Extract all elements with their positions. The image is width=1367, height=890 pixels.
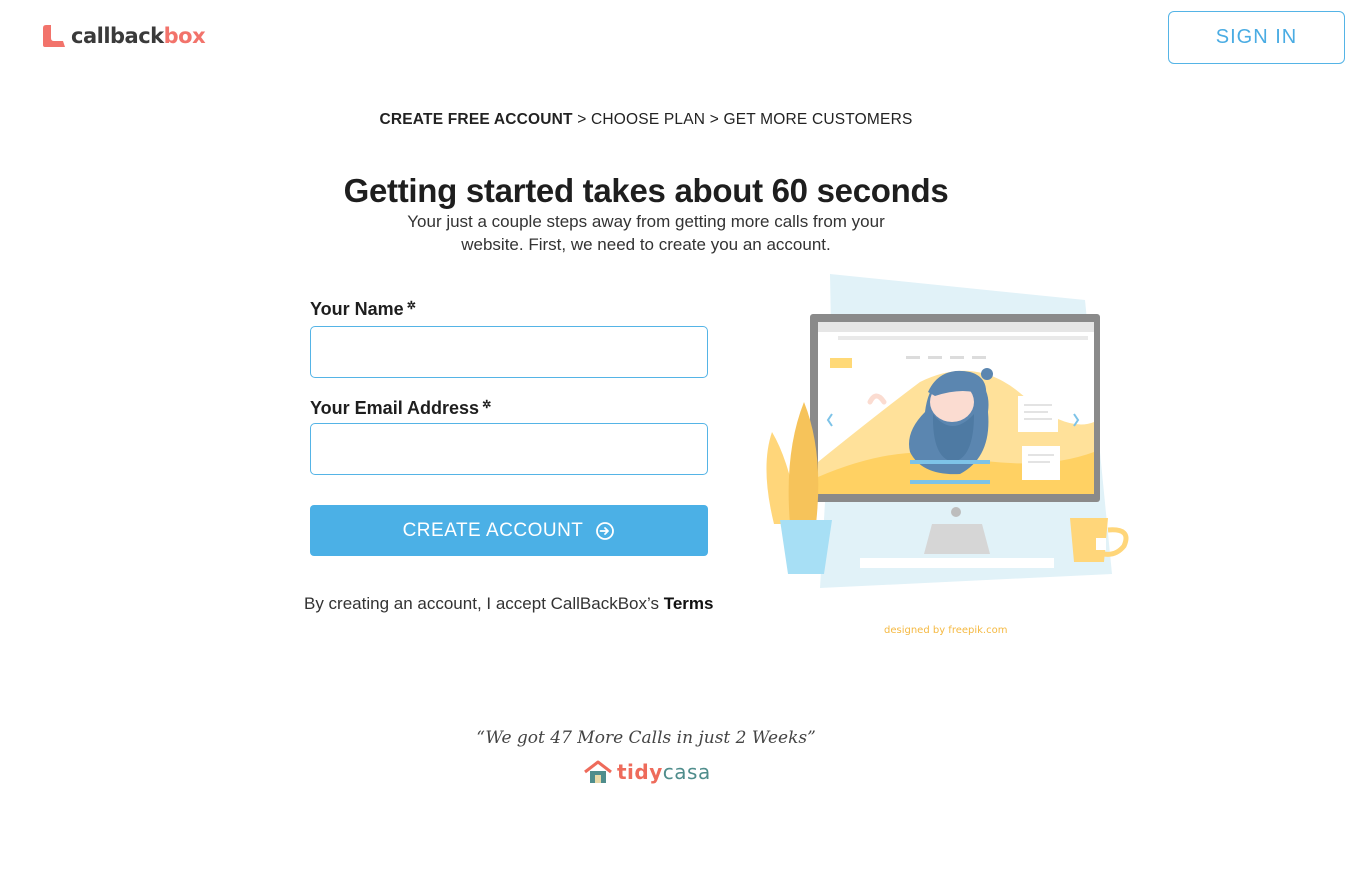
tidycasa-wordmark: tidycasa — [617, 760, 711, 784]
page-subtitle: Your just a couple steps away from getti… — [407, 212, 885, 254]
terms-link[interactable]: Terms — [664, 594, 714, 613]
house-logo-icon — [584, 760, 612, 783]
name-label: Your Name ✲ — [310, 299, 416, 319]
breadcrumb-step-choose-plan: CHOOSE PLAN — [591, 111, 706, 128]
email-label: Your Email Address ✲ — [310, 398, 492, 418]
illustration-credit: designed by freepik.com — [884, 625, 1007, 636]
page-title: Getting started takes about 60 seconds — [343, 172, 949, 209]
phone-logo-icon — [43, 25, 65, 47]
breadcrumb-step-create-account: CREATE FREE ACCOUNT — [379, 111, 573, 128]
computer-illustration: designed by freepik.com — [766, 274, 1129, 636]
brand-logo[interactable]: callbackbox — [43, 24, 206, 48]
create-account-label: CREATE ACCOUNT — [402, 519, 584, 541]
testimonial-quote: “We got 47 More Calls in just 2 Weeks” — [476, 728, 816, 748]
create-account-button[interactable]: CREATE ACCOUNT — [310, 505, 708, 556]
breadcrumb-separator: > — [705, 111, 724, 128]
terms-notice: By creating an account, I accept CallBac… — [304, 594, 714, 613]
required-asterisk-icon: ✲ — [406, 300, 416, 312]
brand-name: callbackbox — [71, 24, 206, 48]
breadcrumb-step-get-customers: GET MORE CUSTOMERS — [723, 111, 913, 128]
breadcrumb: CREATE FREE ACCOUNT > CHOOSE PLAN > GET … — [0, 111, 1292, 129]
email-input[interactable] — [310, 423, 708, 475]
breadcrumb-separator: > — [572, 111, 591, 128]
name-input[interactable] — [310, 326, 708, 378]
tidycasa-logo: tidycasa — [583, 760, 711, 784]
arrow-circle-right-icon — [596, 521, 615, 540]
required-asterisk-icon: ✲ — [482, 399, 492, 411]
sign-in-button[interactable]: SIGN IN — [1168, 11, 1345, 64]
